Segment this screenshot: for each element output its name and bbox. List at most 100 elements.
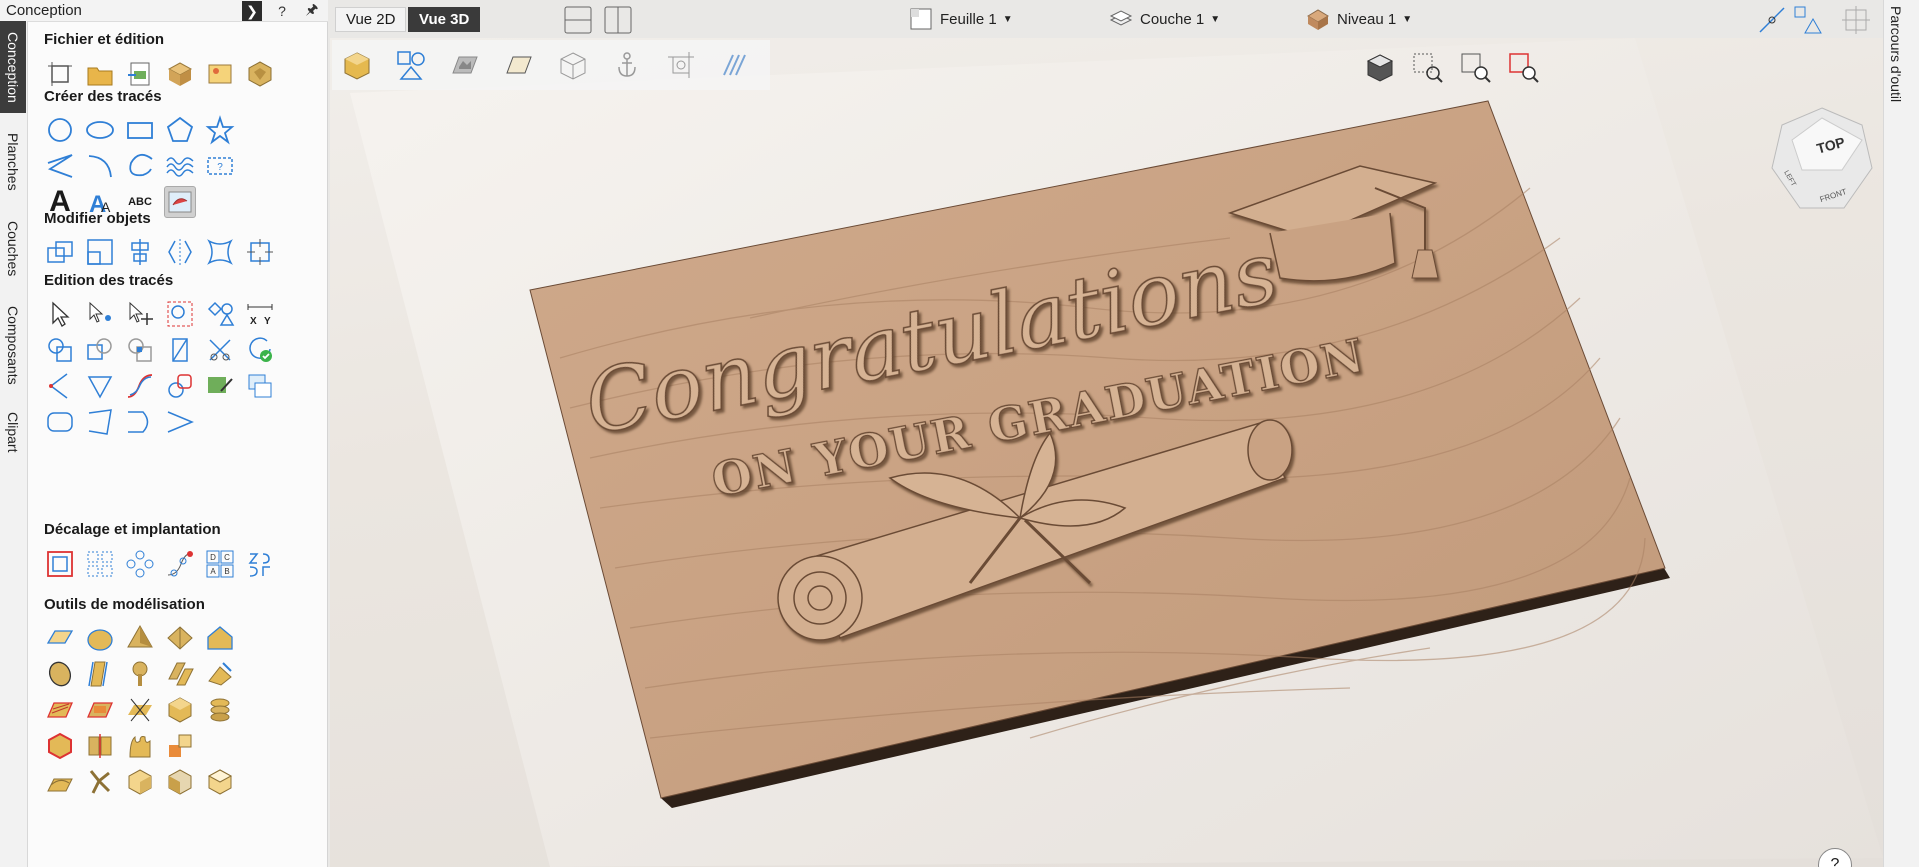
- spin-icon[interactable]: [124, 658, 156, 690]
- draw-star-icon[interactable]: [204, 114, 236, 146]
- level-dropdown[interactable]: Niveau 1 ▼: [1305, 5, 1412, 33]
- open-file-icon[interactable]: [84, 58, 116, 90]
- dogbone-icon[interactable]: [124, 406, 156, 438]
- slice-model-icon[interactable]: [44, 766, 76, 798]
- trim-vectors-icon[interactable]: [204, 334, 236, 366]
- set-size-icon[interactable]: [244, 236, 276, 268]
- rounded-corners-icon[interactable]: [44, 406, 76, 438]
- scale-model-icon[interactable]: [164, 766, 196, 798]
- turn-icon[interactable]: [164, 658, 196, 690]
- chamfer-icon[interactable]: [84, 406, 116, 438]
- house-shape-icon[interactable]: [204, 622, 236, 654]
- interactive-select-icon[interactable]: [164, 298, 196, 330]
- transform-select-icon[interactable]: [124, 298, 156, 330]
- intersect-icon[interactable]: [124, 334, 156, 366]
- draw-wave-icon[interactable]: [164, 150, 196, 182]
- draw-curve-icon[interactable]: [124, 150, 156, 182]
- vtab-toolpaths[interactable]: Parcours d'outil: [1888, 6, 1904, 102]
- export-model-icon[interactable]: [204, 766, 236, 798]
- transform-move-icon[interactable]: [44, 236, 76, 268]
- snap-shapes-icon[interactable]: [1790, 2, 1826, 38]
- help-icon[interactable]: ?: [272, 1, 292, 21]
- import-vectors-icon[interactable]: [124, 58, 156, 90]
- join-vectors-icon[interactable]: [164, 334, 196, 366]
- grid-icon[interactable]: [1838, 2, 1874, 38]
- array-copy-icon[interactable]: [84, 548, 116, 580]
- image-mapping-icon[interactable]: [448, 48, 482, 82]
- zoom-window-icon[interactable]: [1410, 50, 1446, 86]
- vtab-planches[interactable]: Planches: [0, 119, 26, 205]
- nesting-grid-icon[interactable]: DCAB: [204, 548, 236, 580]
- mirror-objects-icon[interactable]: [164, 236, 196, 268]
- stack-component-icon[interactable]: [204, 694, 236, 726]
- shapes-3d-icon[interactable]: [394, 48, 428, 82]
- vector-texture-icon[interactable]: [84, 766, 116, 798]
- sheet-dropdown[interactable]: Feuille 1 ▼: [908, 5, 1013, 33]
- view-2d-button[interactable]: Vue 2D: [335, 7, 407, 32]
- wave-texture-icon[interactable]: [718, 48, 752, 82]
- copy-along-vector-icon[interactable]: [164, 548, 196, 580]
- distort-icon[interactable]: [204, 236, 236, 268]
- view-cube[interactable]: TOP LEFT FRONT: [1762, 100, 1882, 220]
- flat-plane-icon[interactable]: [44, 622, 76, 654]
- vtab-composants[interactable]: Composants: [0, 293, 26, 397]
- layer-dropdown[interactable]: Couche 1 ▼: [1108, 5, 1220, 33]
- scale-object-icon[interactable]: [84, 236, 116, 268]
- bake-component-icon[interactable]: [164, 730, 196, 762]
- pin-icon[interactable]: 🖈: [302, 1, 322, 21]
- model-sphere-icon[interactable]: [244, 58, 276, 90]
- measure-icon[interactable]: XY: [244, 298, 276, 330]
- material-setup-icon[interactable]: [340, 48, 374, 82]
- auto-nesting-icon[interactable]: [244, 548, 276, 580]
- dome-icon[interactable]: [84, 622, 116, 654]
- subtract-icon[interactable]: [84, 334, 116, 366]
- reset-zero-icon[interactable]: [124, 766, 156, 798]
- draw-rectangle-icon[interactable]: [124, 114, 156, 146]
- emboss-icon[interactable]: [164, 694, 196, 726]
- draw-ellipse-icon[interactable]: [84, 114, 116, 146]
- flame-relief-icon[interactable]: [124, 730, 156, 762]
- circular-array-icon[interactable]: [124, 548, 156, 580]
- wireframe-box-icon[interactable]: [556, 48, 590, 82]
- extend-icon[interactable]: [84, 370, 116, 402]
- draw-circle-icon[interactable]: [44, 114, 76, 146]
- offset-shape-icon[interactable]: [164, 370, 196, 402]
- vtab-conception[interactable]: Conception: [0, 21, 26, 113]
- draw-placeholder-icon[interactable]: ?: [204, 150, 236, 182]
- vtab-couches[interactable]: Couches: [0, 209, 26, 289]
- bitmap-edit-icon[interactable]: [244, 370, 276, 402]
- select-arrow-icon[interactable]: [44, 298, 76, 330]
- shapes-library-icon[interactable]: [204, 298, 236, 330]
- fade-icon[interactable]: [84, 694, 116, 726]
- smooth-curve-icon[interactable]: [124, 370, 156, 402]
- smooth-relief-icon[interactable]: [124, 694, 156, 726]
- view-3d-button[interactable]: Vue 3D: [408, 7, 481, 32]
- toggle-panel-icon[interactable]: ❯: [242, 1, 262, 21]
- draw-tabs-icon[interactable]: [204, 370, 236, 402]
- sculpt-icon[interactable]: [204, 658, 236, 690]
- create-component-icon[interactable]: [44, 730, 76, 762]
- split-horizontal-icon[interactable]: [560, 2, 596, 38]
- offset-vectors-icon[interactable]: [44, 548, 76, 580]
- draw-polygon-icon[interactable]: [164, 114, 196, 146]
- weld-icon[interactable]: [44, 334, 76, 366]
- node-edit-icon[interactable]: [84, 298, 116, 330]
- trace-bitmap-icon[interactable]: [164, 186, 196, 218]
- 3d-scene[interactable]: Congratulations ON YOUR GRADUATION: [330, 38, 1883, 867]
- draw-polyline-icon[interactable]: [44, 150, 76, 182]
- pyramid-icon[interactable]: [124, 622, 156, 654]
- zoom-extents-icon[interactable]: [1458, 50, 1494, 86]
- align-objects-icon[interactable]: [124, 236, 156, 268]
- split-vertical-icon[interactable]: [600, 2, 636, 38]
- draw-arc-icon[interactable]: [84, 150, 116, 182]
- 3d-viewport[interactable]: Congratulations ON YOUR GRADUATION TOP L…: [330, 38, 1883, 867]
- import-bitmap-icon[interactable]: [204, 58, 236, 90]
- shape-editor-icon[interactable]: [164, 622, 196, 654]
- t-bone-icon[interactable]: [164, 406, 196, 438]
- extrude-icon[interactable]: [44, 658, 76, 690]
- fillet-icon[interactable]: [44, 370, 76, 402]
- vtab-clipart[interactable]: Clipart: [0, 401, 26, 463]
- crop-shape-icon[interactable]: [664, 48, 698, 82]
- texture-area-icon[interactable]: [44, 694, 76, 726]
- new-job-icon[interactable]: [44, 58, 76, 90]
